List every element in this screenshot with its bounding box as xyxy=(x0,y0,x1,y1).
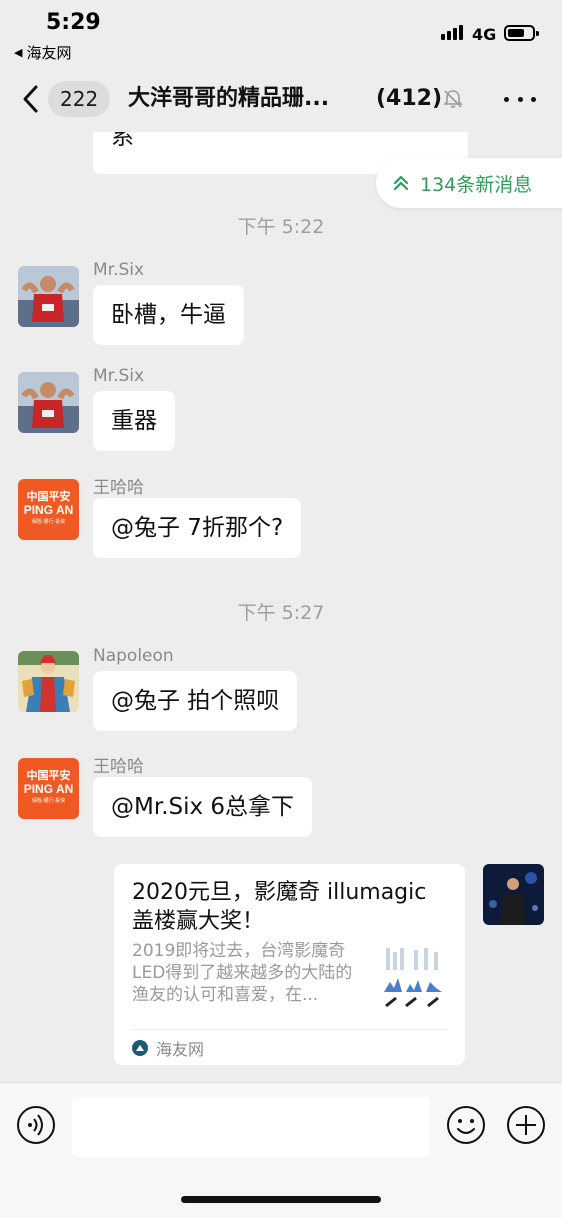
message-input[interactable] xyxy=(72,1097,430,1157)
mrsix-avatar[interactable] xyxy=(18,372,79,433)
back-to-app-link[interactable]: ◀ 海友网 xyxy=(14,42,71,63)
message-text: @兔子 拍个照呗 xyxy=(111,688,280,714)
chat-title: 大洋哥哥的精品珊... xyxy=(128,86,330,111)
message-text: 系 xyxy=(111,132,134,150)
message-bubble[interactable]: 重器 xyxy=(93,391,175,451)
time-divider: 下午 5:27 xyxy=(237,602,325,624)
link-card-source-name: 海友网 xyxy=(156,1040,205,1059)
message-bubble[interactable]: @兔子 7折那个? xyxy=(93,498,302,558)
sender-name: Mr.Six xyxy=(93,366,145,386)
more-options-icon[interactable] xyxy=(504,86,536,112)
sender-name: Mr.Six xyxy=(93,260,145,280)
self-avatar[interactable] xyxy=(483,864,544,925)
status-bar: 5:29 ◀ 海友网 4G xyxy=(0,0,562,66)
source-logo-icon xyxy=(132,1040,148,1056)
napoleon-avatar[interactable] xyxy=(18,651,79,712)
voice-input-icon[interactable] xyxy=(16,1105,56,1145)
time-divider: 下午 5:22 xyxy=(237,216,325,238)
plus-icon[interactable] xyxy=(506,1105,546,1145)
message-text: 重器 xyxy=(111,408,157,434)
pingan-logo-line1: 中国平安 xyxy=(26,490,71,503)
status-time: 5:29 xyxy=(46,10,101,35)
back-triangle-icon: ◀ xyxy=(14,46,23,59)
network-type: 4G xyxy=(472,25,497,44)
back-app-label: 海友网 xyxy=(26,44,72,62)
chevron-left-icon[interactable] xyxy=(16,84,46,114)
link-card-thumbnail xyxy=(380,944,446,1016)
signal-icon xyxy=(441,24,463,40)
sender-name: 王哈哈 xyxy=(93,757,144,777)
mute-bell-icon xyxy=(443,90,463,108)
member-count: (412) xyxy=(376,86,443,111)
link-card-description: 2019即将过去，台湾影魔奇LED得到了越来越多的大陆的渔友的认可和喜爱，在..… xyxy=(132,941,353,1005)
message-text: @兔子 7折那个? xyxy=(111,515,284,541)
emoji-icon[interactable] xyxy=(446,1105,486,1145)
pingan-logo-line1: 中国平安 xyxy=(26,769,71,782)
double-chevron-up-icon xyxy=(393,175,409,191)
new-messages-button[interactable]: 134条新消息 xyxy=(376,158,562,208)
message-bubble[interactable]: 卧槽，牛逼 xyxy=(93,285,244,345)
pingan-logo-line2: PING AN xyxy=(23,503,74,517)
home-indicator[interactable] xyxy=(181,1196,381,1203)
link-card-divider xyxy=(132,1029,448,1030)
message-text: @Mr.Six 6总拿下 xyxy=(111,794,295,820)
message-bubble[interactable]: @Mr.Six 6总拿下 xyxy=(93,777,313,837)
link-card-source: 海友网 xyxy=(132,1036,204,1060)
sender-name: Napoleon xyxy=(93,646,174,666)
mrsix-avatar[interactable] xyxy=(18,266,79,327)
unread-count-badge[interactable]: 222 xyxy=(48,81,111,117)
link-card[interactable]: 2020元旦，影魔奇 illumagic 盖楼赢大奖！ 2019即将过去，台湾影… xyxy=(114,864,465,1065)
chat-header: 222 大洋哥哥的精品珊... (412) xyxy=(0,66,562,132)
sender-name: 王哈哈 xyxy=(93,478,144,498)
pingan-avatar[interactable]: 中国平安 PING AN 保险·银行·投资 xyxy=(18,758,79,819)
pingan-avatar[interactable]: 中国平安 PING AN 保险·银行·投资 xyxy=(18,479,79,540)
link-card-title: 2020元旦，影魔奇 illumagic 盖楼赢大奖！ xyxy=(132,880,427,934)
pingan-logo-line3: 保险·银行·投资 xyxy=(31,519,66,525)
new-messages-label: 134条新消息 xyxy=(420,173,533,196)
pingan-logo-line2: PING AN xyxy=(23,782,74,796)
message-bubble[interactable]: @兔子 拍个照呗 xyxy=(93,671,298,731)
pingan-logo-line3: 保险·银行·投资 xyxy=(31,798,66,804)
battery-icon xyxy=(504,25,539,41)
message-list[interactable]: 系 下午 5:22 Mr.Six 卧槽，牛逼 Mr.Six 重器 中国平安 PI… xyxy=(0,132,562,1082)
message-text: 卧槽，牛逼 xyxy=(111,302,226,328)
